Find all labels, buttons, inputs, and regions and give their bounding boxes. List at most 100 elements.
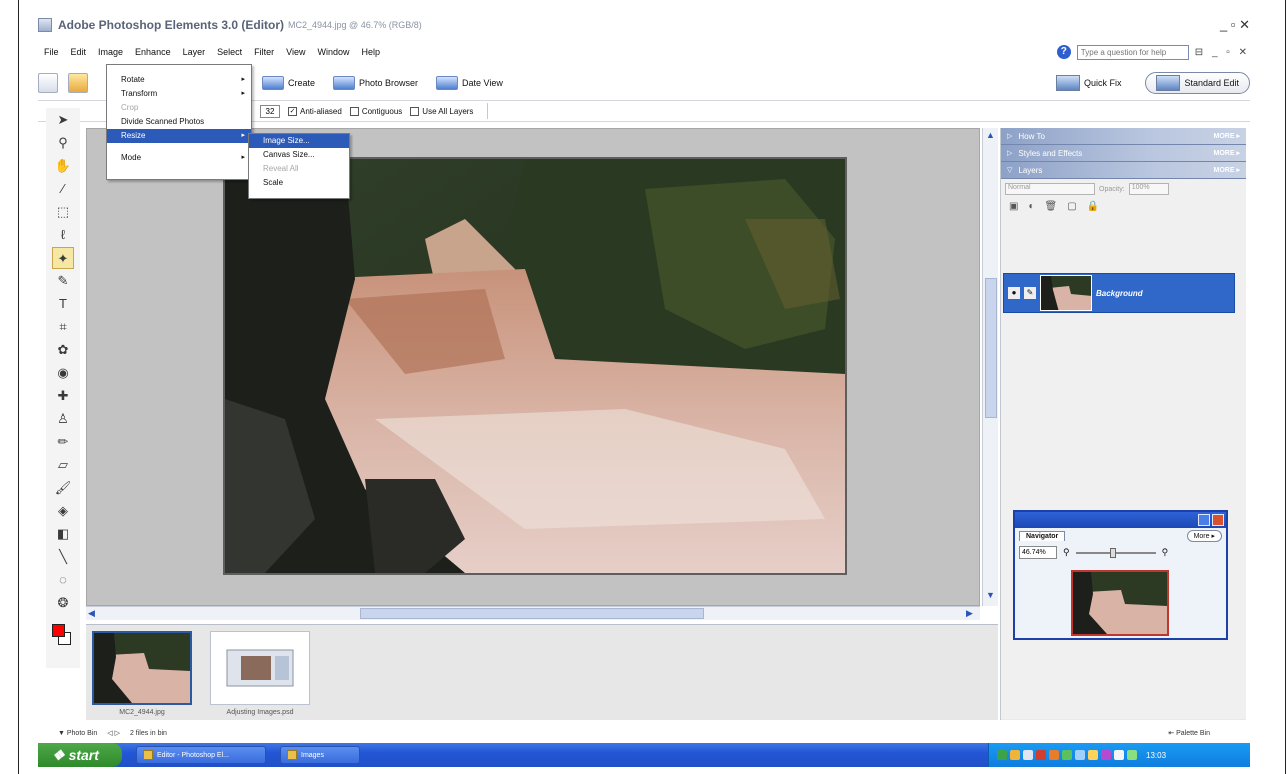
brush-link-icon[interactable]: ✎	[1024, 287, 1036, 299]
clone-stamp-tool-icon[interactable]: ♙	[52, 408, 74, 430]
tray-icon[interactable]	[1062, 750, 1072, 760]
zoom-tool-icon[interactable]: ⚲	[52, 132, 74, 154]
date-view-button[interactable]: Date View	[432, 76, 507, 90]
network-icon[interactable]	[1127, 750, 1137, 760]
tab-navigator[interactable]: Navigator	[1019, 531, 1066, 541]
menu-filter[interactable]: Filter	[248, 47, 280, 57]
photo-bin-toggle[interactable]: ▼ Photo Bin	[58, 730, 97, 737]
tray-icon[interactable]	[1010, 750, 1020, 760]
create-button[interactable]: Create	[258, 76, 319, 90]
more-button[interactable]: MORE ▸	[1214, 132, 1240, 140]
tray-icon[interactable]	[997, 750, 1007, 760]
help-icon[interactable]: ?	[1056, 45, 1071, 59]
menu-view[interactable]: View	[280, 47, 311, 57]
menu-item-transform[interactable]: Transform ▸	[107, 87, 251, 101]
menu-file[interactable]: File	[38, 47, 65, 57]
lock-icon[interactable]: 🔒	[1087, 201, 1099, 212]
palette-how-to[interactable]: ▷ How To MORE ▸	[1001, 128, 1246, 145]
tray-icon[interactable]	[1101, 750, 1111, 760]
zoom-field[interactable]	[1019, 546, 1057, 559]
hand-tool-icon[interactable]: ✋	[52, 155, 74, 177]
menu-item-mode[interactable]: Mode ▸	[107, 151, 251, 165]
menu-item-rotate[interactable]: Rotate ▸	[107, 73, 251, 87]
delete-layer-icon[interactable]: 🗑	[1045, 201, 1058, 212]
open-file-icon[interactable]	[68, 73, 88, 93]
bin-nav-icon[interactable]: ◁ ▷	[107, 729, 120, 737]
horizontal-scroll-thumb[interactable]	[360, 608, 704, 619]
color-swatches[interactable]	[48, 620, 78, 650]
more-button[interactable]: MORE ▸	[1214, 166, 1240, 174]
palette-styles-effects[interactable]: ▷ Styles and Effects MORE ▸	[1001, 145, 1246, 162]
cookie-cutter-tool-icon[interactable]: ✿	[52, 339, 74, 361]
photo-bin-thumb-waterfall[interactable]	[92, 631, 192, 705]
eye-icon[interactable]: ●	[1008, 287, 1020, 299]
zoom-in-icon[interactable]: ⚲	[1162, 547, 1169, 558]
use-all-layers-checkbox[interactable]: Use All Layers	[410, 106, 473, 116]
zoom-slider-handle[interactable]	[1109, 547, 1116, 558]
eyedropper-tool-icon[interactable]: ⁄	[52, 178, 74, 200]
opacity-field[interactable]: 100%	[1128, 183, 1169, 195]
palette-bin-toggle[interactable]: ⇤ Palette Bin	[1168, 729, 1210, 737]
vertical-scroll-thumb[interactable]	[985, 278, 997, 418]
vertical-scrollbar[interactable]: ▲ ▼	[982, 128, 998, 606]
magic-wand-tool-icon[interactable]: ✦	[52, 247, 74, 269]
menu-item-canvas-size[interactable]: Canvas Size...	[249, 148, 349, 162]
menu-layer[interactable]: Layer	[177, 47, 212, 57]
horizontal-scrollbar[interactable]: ◀ ▶	[86, 606, 980, 620]
menu-item-scale[interactable]: Scale	[249, 176, 349, 190]
brush-tool-icon[interactable]: 🖌	[52, 477, 74, 499]
pencil-tool-icon[interactable]: ✏	[52, 431, 74, 453]
blend-mode-select[interactable]: Normal	[1005, 183, 1095, 195]
menu-item-image-size[interactable]: Image Size...	[249, 134, 349, 148]
tray-icon[interactable]	[1023, 750, 1033, 760]
gradient-tool-icon[interactable]: ◧	[52, 523, 74, 545]
menu-item-resize[interactable]: Resize ▸	[107, 129, 251, 143]
volume-icon[interactable]	[1114, 750, 1124, 760]
adjustment-layer-icon[interactable]: ◐	[1028, 201, 1034, 212]
menu-item-divide-scanned[interactable]: Divide Scanned Photos	[107, 115, 251, 129]
more-button[interactable]: MORE ▸	[1214, 149, 1240, 157]
move-tool-icon[interactable]: ➤	[52, 109, 74, 131]
palette-layers[interactable]: ▽ Layers MORE ▸	[1001, 162, 1246, 179]
start-button[interactable]: ❖ start	[38, 743, 122, 767]
tray-icon[interactable]	[1075, 750, 1085, 760]
sponge-tool-icon[interactable]: ❂	[52, 592, 74, 614]
red-eye-tool-icon[interactable]: ◉	[52, 362, 74, 384]
scroll-down-icon[interactable]: ▼	[986, 590, 995, 600]
help-search-input[interactable]	[1076, 44, 1189, 60]
eraser-tool-icon[interactable]: ▱	[52, 454, 74, 476]
shape-tool-icon[interactable]: ╲	[52, 546, 74, 568]
quick-fix-button[interactable]: Quick Fix	[1046, 72, 1132, 94]
photo-bin-thumb-psd[interactable]	[210, 631, 310, 705]
new-layer-icon[interactable]: ▣	[1009, 201, 1018, 212]
menu-image[interactable]: Image	[92, 47, 129, 57]
type-tool-icon[interactable]: T	[52, 293, 74, 315]
menu-select[interactable]: Select	[211, 47, 248, 57]
anti-aliased-checkbox[interactable]: ✓ Anti-aliased	[288, 106, 342, 116]
scroll-left-icon[interactable]: ◀	[88, 608, 95, 619]
selection-brush-tool-icon[interactable]: ✎	[52, 270, 74, 292]
taskbar-images[interactable]: Images	[280, 746, 360, 764]
blur-tool-icon[interactable]: ◌	[52, 569, 74, 591]
paint-bucket-tool-icon[interactable]: ◈	[52, 500, 74, 522]
restore-icon[interactable]	[1198, 514, 1210, 526]
zoom-out-icon[interactable]: ⚲	[1063, 547, 1070, 558]
canvas-area[interactable]	[86, 128, 980, 606]
document-window-controls[interactable]: ⊟ _ ▫ ✕	[1195, 47, 1250, 58]
menu-help[interactable]: Help	[355, 47, 386, 57]
layer-row-background[interactable]: ● ✎ Background	[1003, 273, 1235, 313]
tray-icon[interactable]	[1049, 750, 1059, 760]
scroll-up-icon[interactable]: ▲	[986, 130, 995, 140]
tray-icon[interactable]	[1036, 750, 1046, 760]
close-icon[interactable]	[1212, 514, 1224, 526]
photo-browser-button[interactable]: Photo Browser	[329, 76, 422, 90]
window-controls[interactable]: _ ▫ ✕	[1220, 17, 1250, 33]
contiguous-checkbox[interactable]: Contiguous	[349, 106, 402, 116]
menu-enhance[interactable]: Enhance	[129, 47, 177, 57]
healing-brush-tool-icon[interactable]: ✚	[52, 385, 74, 407]
taskbar-editor[interactable]: Editor - Photoshop El...	[136, 746, 266, 764]
navigator-more-button[interactable]: More ▸	[1186, 530, 1222, 542]
menu-edit[interactable]: Edit	[65, 47, 93, 57]
scroll-right-icon[interactable]: ▶	[966, 608, 973, 619]
tolerance-field[interactable]	[260, 104, 280, 118]
